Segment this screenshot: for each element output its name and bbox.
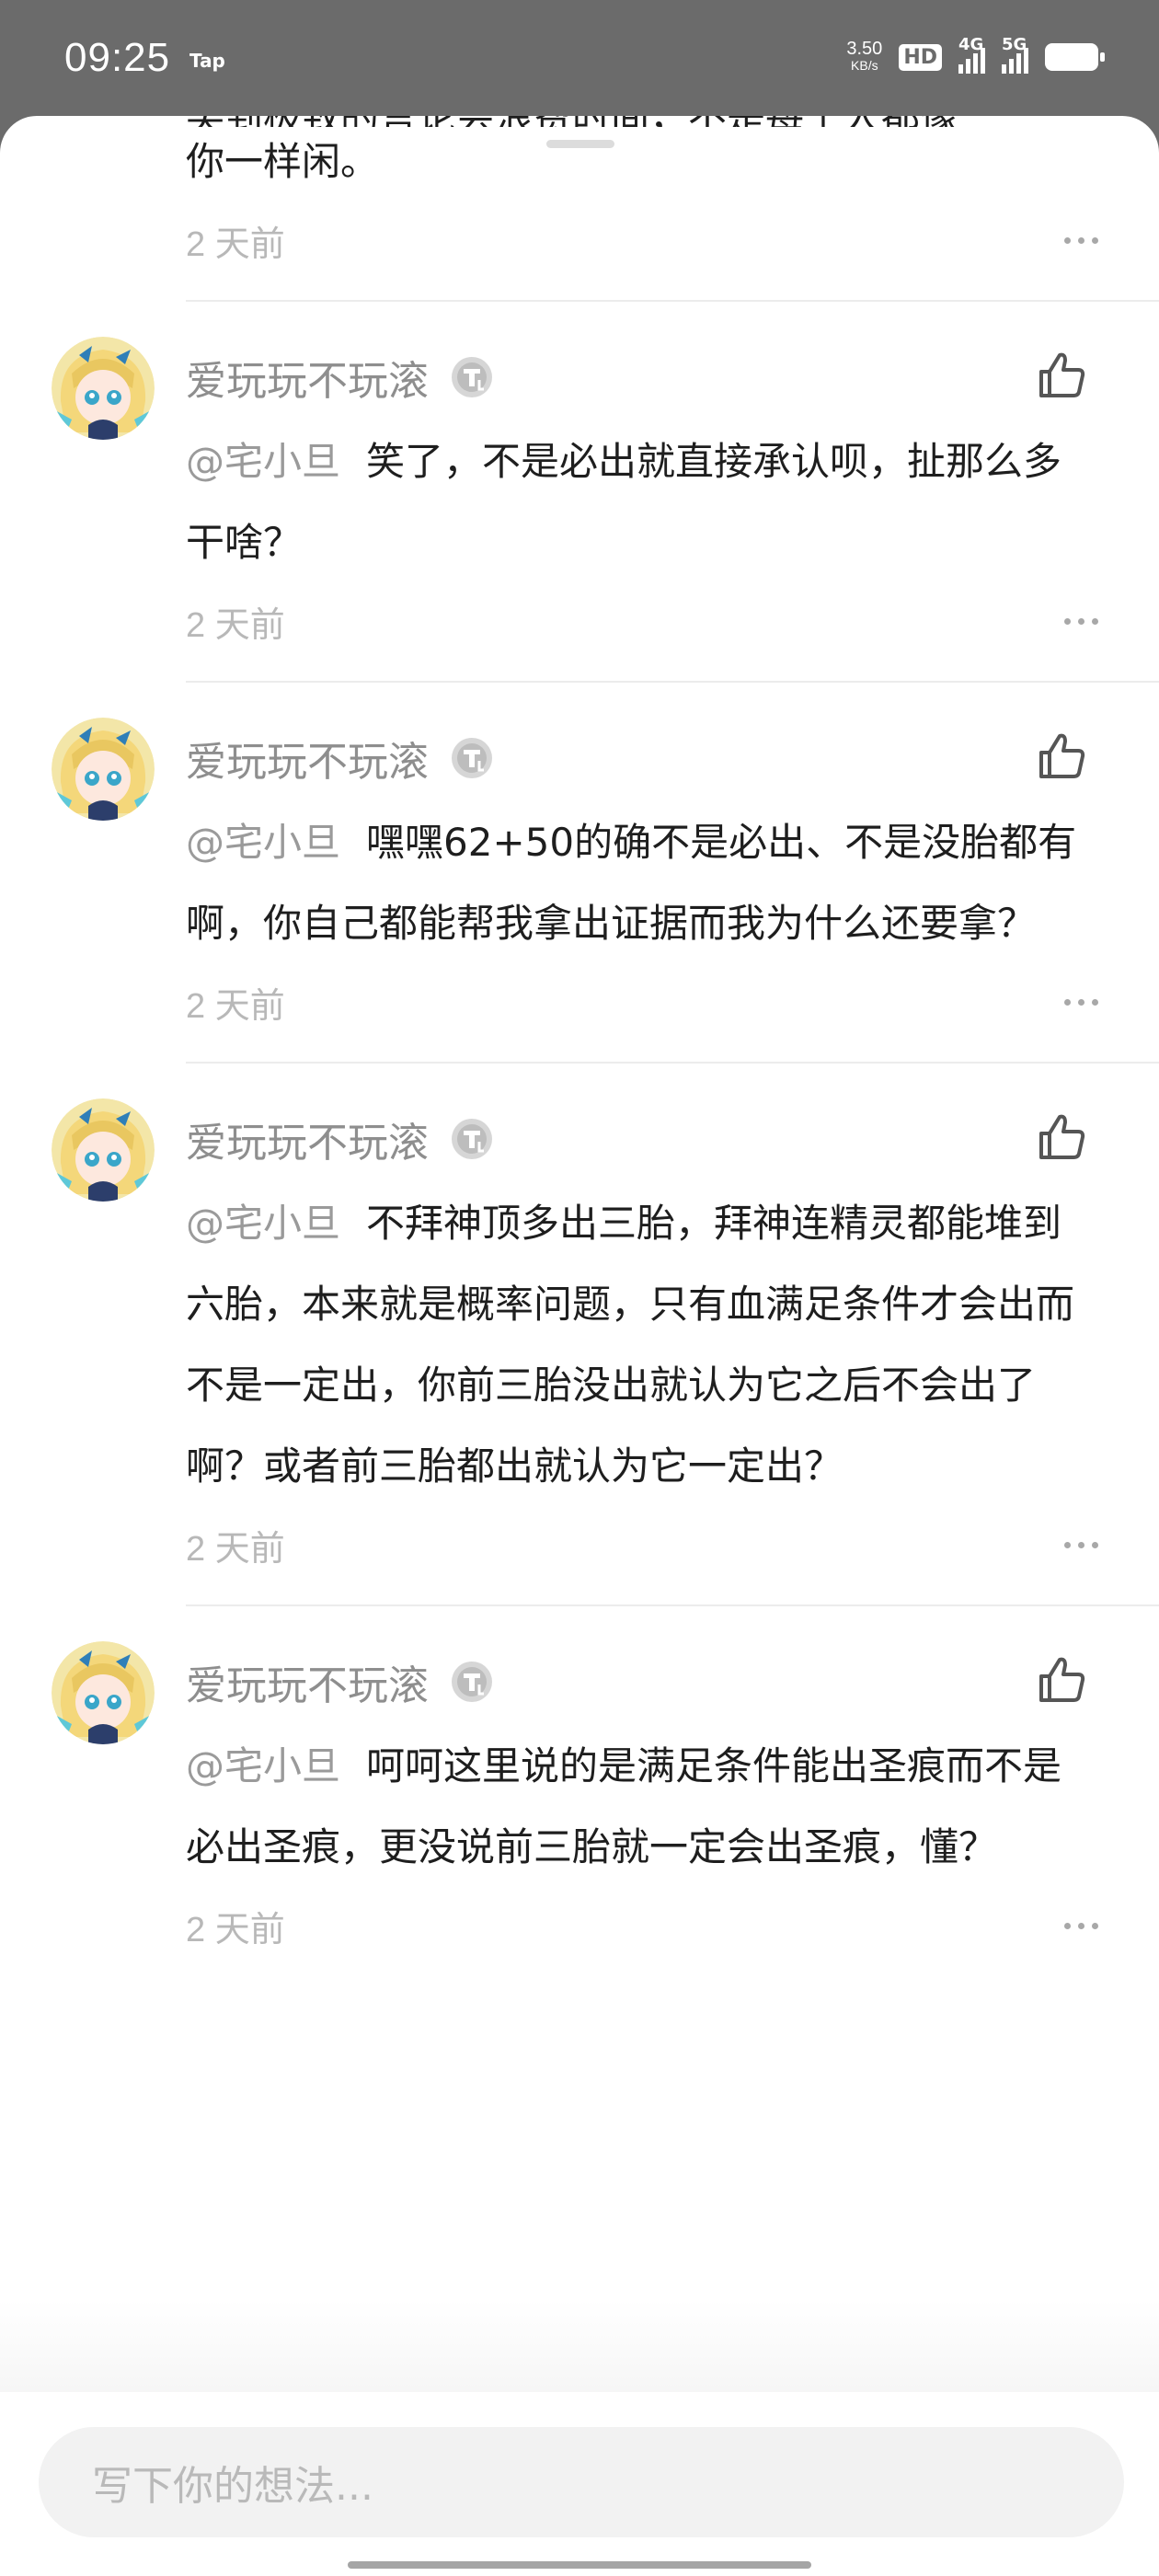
avatar-icon <box>52 1641 155 1744</box>
comment-input-placeholder: 写下你的想法... <box>92 2463 373 2510</box>
comment-header: 爱玩玩不玩滚 <box>186 1097 1098 1181</box>
mention-link[interactable]: @宅小旦 <box>186 820 340 865</box>
comment-text: @宅小旦 不拜神顶多出三胎，拜神连精灵都能堆到六胎，本来就是概率问题，只有血满足条… <box>186 1183 1098 1507</box>
comment-text: @宅小旦 呵呵这里说的是满足条件能出圣痕而不是必出圣痕，更没说前三胎就一定会出圣痕… <box>186 1726 1098 1888</box>
comment-header: 爱玩玩不玩滚 <box>186 335 1098 420</box>
more-icon[interactable] <box>1064 1923 1098 1929</box>
home-indicator[interactable] <box>348 2561 811 2569</box>
username[interactable]: 爱玩玩不玩滚 <box>186 348 429 407</box>
comment-text: 你一样闲。 <box>186 139 380 184</box>
more-icon[interactable] <box>1064 618 1098 625</box>
comment-list[interactable]: 笑到极致的言论会浪费时间，不是每个人都像 你一样闲。 2 天前 <box>0 116 1159 1961</box>
username[interactable]: 爱玩玩不玩滚 <box>186 1652 429 1711</box>
battery-icon <box>1045 43 1105 71</box>
avatar-icon <box>52 1098 155 1202</box>
username[interactable]: 爱玩玩不玩滚 <box>186 1110 429 1168</box>
comment-time: 2 天前 <box>186 1911 285 1949</box>
avatar-icon <box>52 718 155 821</box>
network-speed-unit: KB/s <box>851 58 878 73</box>
status-bar: 09:25 Tap 3.50 KB/s HD 4G 5G <box>0 0 1159 129</box>
comment-meta: 2 天前 <box>186 964 1098 1038</box>
mention-link[interactable]: @宅小旦 <box>186 1201 340 1246</box>
network-speed: 3.50 KB/s <box>846 40 882 74</box>
mention-link[interactable]: @宅小旦 <box>186 439 340 484</box>
comment-text: @宅小旦 嘿嘿62+50的确不是必出、不是没胎都有啊，你自己都能帮我拿出证据而我为… <box>186 802 1098 964</box>
like-icon[interactable] <box>1034 348 1089 403</box>
comment-item: 爱玩玩不玩滚 @宅小旦 不拜神顶多出三胎，拜神连精灵都能堆到六胎，本来就是概率问题… <box>0 1064 1159 1581</box>
level-badge-icon <box>452 357 492 397</box>
comment-text: @宅小旦 笑了，不是必出就直接承认呗，扯那么多干啥？ <box>186 421 1098 583</box>
comment-time: 2 天前 <box>186 225 285 264</box>
status-icons: 3.50 KB/s HD 4G 5G <box>846 35 1105 74</box>
comment-item: 爱玩玩不玩滚 @宅小旦 笑了，不是必出就直接承认呗，扯那么多干啥？ 2 天前 <box>0 302 1159 657</box>
level-badge-icon <box>452 738 492 778</box>
signal-4g-icon: 4G <box>958 35 985 74</box>
comment-input[interactable]: 写下你的想法... <box>39 2427 1124 2537</box>
comment-header: 爱玩玩不玩滚 <box>186 716 1098 800</box>
comment-time: 2 天前 <box>186 606 285 645</box>
comment-time: 2 天前 <box>186 987 285 1026</box>
signal-4g-label: 4G <box>958 35 984 54</box>
more-icon[interactable] <box>1064 237 1098 244</box>
level-badge-icon <box>452 1119 492 1159</box>
comment-meta: 2 天前 <box>186 1507 1098 1581</box>
comment-meta: 2 天前 <box>186 1888 1098 1961</box>
network-speed-value: 3.50 <box>846 39 883 59</box>
more-icon[interactable] <box>1064 1542 1098 1548</box>
sheet-drag-handle[interactable] <box>546 140 614 148</box>
more-icon[interactable] <box>1064 999 1098 1006</box>
avatar[interactable] <box>52 1641 155 1744</box>
level-badge-icon <box>452 1662 492 1702</box>
avatar[interactable] <box>52 718 155 821</box>
status-time: 09:25 <box>64 35 171 80</box>
comment-input-bar: 写下你的想法... <box>0 2392 1159 2576</box>
avatar-icon <box>52 337 155 440</box>
comment-meta: 2 天前 <box>186 202 1098 276</box>
comment-item: 爱玩玩不玩滚 @宅小旦 嘿嘿62+50的确不是必出、不是没胎都有啊，你自己都能帮我… <box>0 683 1159 1038</box>
comment-time: 2 天前 <box>186 1530 285 1569</box>
comment-meta: 2 天前 <box>186 583 1098 657</box>
avatar[interactable] <box>52 337 155 440</box>
mention-link[interactable]: @宅小旦 <box>186 1743 340 1788</box>
comment-item: 爱玩玩不玩滚 @宅小旦 呵呵这里说的是满足条件能出圣痕而不是必出圣痕，更没说前三胎… <box>0 1606 1159 1961</box>
like-icon[interactable] <box>1034 1110 1089 1165</box>
signal-5g-icon: 5G <box>1002 35 1028 74</box>
like-icon[interactable] <box>1034 729 1089 784</box>
username[interactable]: 爱玩玩不玩滚 <box>186 729 429 788</box>
comment-header: 爱玩玩不玩滚 <box>186 1639 1098 1724</box>
app-indicator: Tap <box>189 50 225 72</box>
signal-5g-label: 5G <box>1002 35 1027 54</box>
hd-icon: HD <box>899 43 942 71</box>
comment-sheet: 笑到极致的言论会浪费时间，不是每个人都像 你一样闲。 2 天前 <box>0 116 1159 2576</box>
avatar[interactable] <box>52 1098 155 1202</box>
like-icon[interactable] <box>1034 1652 1089 1708</box>
